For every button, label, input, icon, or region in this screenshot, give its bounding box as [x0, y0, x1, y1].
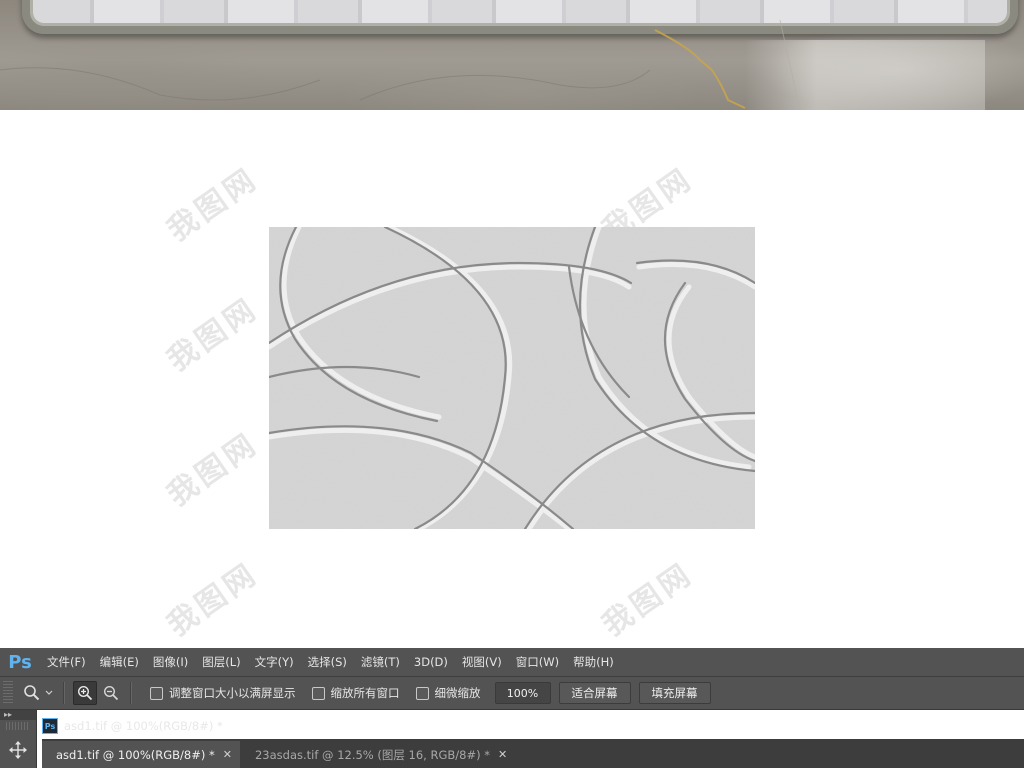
checkbox-box[interactable]: [150, 686, 163, 700]
tab-asd1[interactable]: asd1.tif @ 100%(RGB/8#) * ✕: [42, 741, 240, 768]
checkbox-label: 缩放所有窗口: [330, 686, 400, 700]
checkbox-label: 调整窗口大小以满屏显示: [169, 686, 296, 700]
zoom-out-icon[interactable]: [100, 682, 122, 704]
menu-select[interactable]: 选择(S): [301, 654, 354, 670]
fill-screen-button[interactable]: 填充屏幕: [638, 682, 711, 704]
marble-floor-photo: [0, 0, 1024, 110]
menu-image[interactable]: 图像(I): [146, 654, 195, 670]
menu-help[interactable]: 帮助(H): [566, 654, 621, 670]
zoom-icon[interactable]: [21, 682, 43, 704]
checkbox-label: 细微缩放: [434, 686, 481, 700]
options-bar: 调整窗口大小以满屏显示 缩放所有窗口 细微缩放 100% 适合屏幕 填充屏幕: [0, 677, 1024, 710]
menu-file[interactable]: 文件(F): [40, 654, 93, 670]
resize-windows-checkbox[interactable]: 调整窗口大小以满屏显示: [150, 685, 296, 701]
marble-veins: [0, 19, 801, 110]
tools-panel-grip[interactable]: [6, 722, 30, 730]
menu-view[interactable]: 视图(V): [455, 654, 509, 670]
photoshop-doc-icon: Ps: [42, 718, 58, 734]
move-icon[interactable]: [8, 740, 28, 760]
zoom-all-windows-checkbox[interactable]: 缩放所有窗口: [311, 685, 400, 701]
menu-bar: Ps 文件(F) 编辑(E) 图像(I) 图层(L) 文字(Y) 选择(S) 滤…: [0, 648, 1024, 677]
tools-panel: ▸▸: [0, 710, 37, 768]
menu-filter[interactable]: 滤镜(T): [354, 654, 407, 670]
close-icon[interactable]: ✕: [223, 748, 232, 761]
menu-3d[interactable]: 3D(D): [407, 655, 455, 669]
close-icon[interactable]: ✕: [498, 748, 507, 761]
watermark: 我图网: [596, 556, 700, 644]
watermark: 我图网: [161, 161, 265, 249]
menu-window[interactable]: 窗口(W): [509, 654, 566, 670]
zoom-in-icon[interactable]: [73, 681, 97, 705]
divider: [130, 682, 132, 704]
divider: [63, 682, 65, 704]
document-title-bar: Ps asd1.tif @ 100%(RGB/8#) *: [42, 715, 223, 737]
tab-23asdas[interactable]: 23asdas.tif @ 12.5% (图层 16, RGB/8#) * ✕: [240, 741, 516, 768]
menu-layer[interactable]: 图层(L): [195, 654, 247, 670]
checkbox-box[interactable]: [415, 686, 429, 700]
watermark: 我图网: [161, 426, 265, 514]
menu-type[interactable]: 文字(Y): [248, 654, 301, 670]
tab-label: asd1.tif @ 100%(RGB/8#) *: [56, 747, 215, 762]
options-bar-grip[interactable]: [3, 681, 13, 705]
chevron-down-icon[interactable]: [43, 682, 55, 704]
checkbox-box[interactable]: [311, 686, 325, 700]
embossed-paper-preview: [269, 227, 755, 529]
watermark: 我图网: [161, 291, 265, 379]
zoom-percentage-field[interactable]: 100%: [494, 682, 551, 704]
scrubby-zoom-checkbox[interactable]: 细微缩放: [415, 685, 481, 701]
document-tabs: asd1.tif @ 100%(RGB/8#) * ✕ 23asdas.tif …: [42, 739, 1024, 768]
tab-label: 23asdas.tif @ 12.5% (图层 16, RGB/8#) *: [254, 747, 490, 762]
document-title: asd1.tif @ 100%(RGB/8#) *: [64, 719, 223, 733]
collapse-panel-icon[interactable]: ▸▸: [0, 710, 36, 720]
fit-screen-button[interactable]: 适合屏幕: [558, 682, 631, 704]
menu-edit[interactable]: 编辑(E): [93, 654, 146, 670]
photoshop-logo: Ps: [8, 651, 32, 673]
watermark: 我图网: [161, 556, 265, 644]
